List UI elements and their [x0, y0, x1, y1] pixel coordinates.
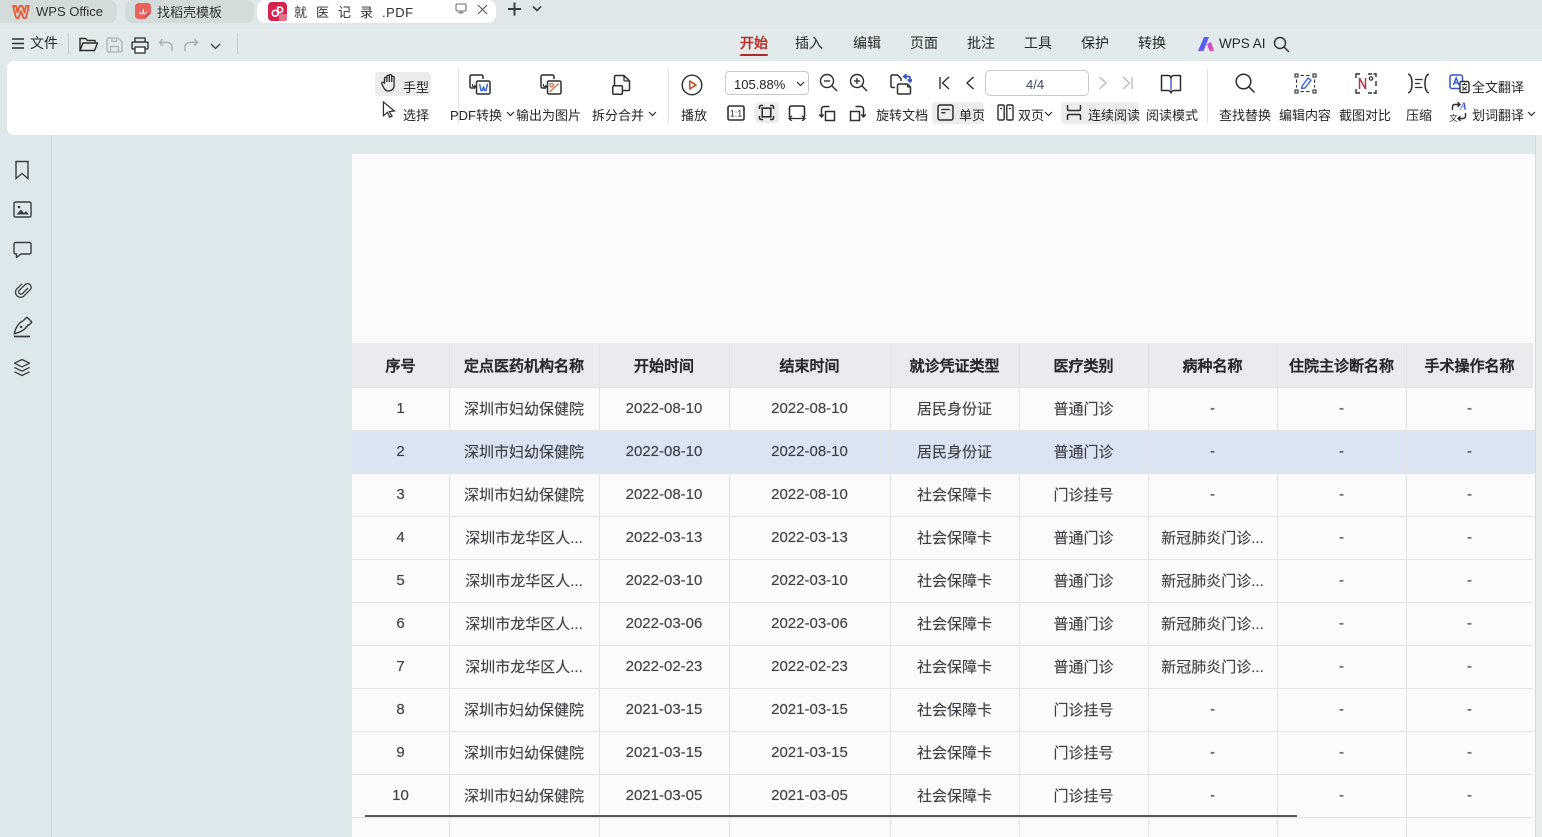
svg-text:文: 文 [1449, 113, 1458, 122]
svg-text:1:1: 1:1 [730, 109, 743, 119]
svg-text:A: A [1459, 102, 1467, 113]
